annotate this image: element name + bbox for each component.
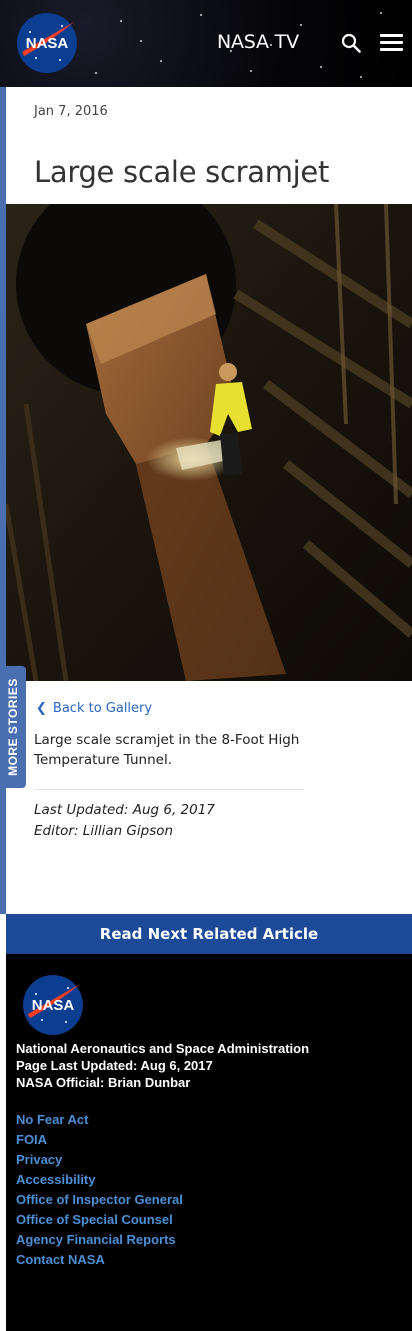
search-icon[interactable] [341,33,361,53]
last-updated: Last Updated: Aug 6, 2017 [34,802,215,818]
footer-info: National Aeronautics and Space Administr… [16,1040,309,1091]
footer-links: No Fear Act FOIA Privacy Accessibility O… [16,1110,183,1270]
footer-link-privacy[interactable]: Privacy [16,1150,183,1170]
nasa-logo[interactable]: NASA [22,974,84,1036]
footer-link-contact[interactable]: Contact NASA [16,1250,183,1270]
divider [34,789,304,790]
footer-link-foia[interactable]: FOIA [16,1130,183,1150]
chevron-left-icon: ❮ [36,701,47,716]
article-date: Jan 7, 2016 [34,104,108,119]
article-image [6,204,412,681]
more-stories-label: MORE STORIES [6,678,21,776]
nasa-logo[interactable]: NASA [16,12,78,74]
editor: Editor: Lillian Gipson [34,823,174,839]
footer-official: NASA Official: Brian Dunbar [16,1075,191,1090]
footer-org: National Aeronautics and Space Administr… [16,1041,310,1056]
hamburger-menu-icon[interactable] [380,34,403,52]
svg-text:NASA: NASA [26,35,69,52]
footer-link-accessibility[interactable]: Accessibility [16,1170,183,1190]
svg-text:NASA: NASA [32,997,75,1014]
back-to-gallery-link[interactable]: ❮ Back to Gallery [36,701,152,716]
footer-link-no-fear-act[interactable]: No Fear Act [16,1110,183,1130]
article-meta: Last Updated: Aug 6, 2017 Editor: Lillia… [34,800,215,842]
footer-page-updated: Page Last Updated: Aug 6, 2017 [16,1058,213,1073]
read-next-button[interactable]: Read Next Related Article [6,914,412,954]
footer-link-inspector-general[interactable]: Office of Inspector General [16,1190,183,1210]
back-link-label: Back to Gallery [52,701,153,716]
read-next-label: Read Next Related Article [99,925,319,943]
page-title: Large scale scramjet [34,155,330,189]
footer-link-financial-reports[interactable]: Agency Financial Reports [16,1230,183,1250]
nasa-tv-link[interactable]: NASA TV [217,31,299,53]
site-header: NASA NASA TV [0,0,412,87]
site-footer: NASA National Aeronautics and Space Admi… [6,954,412,1331]
more-stories-tab[interactable]: MORE STORIES [0,666,26,788]
image-caption: Large scale scramjet in the 8-Foot High … [34,732,300,768]
footer-link-special-counsel[interactable]: Office of Special Counsel [16,1210,183,1230]
